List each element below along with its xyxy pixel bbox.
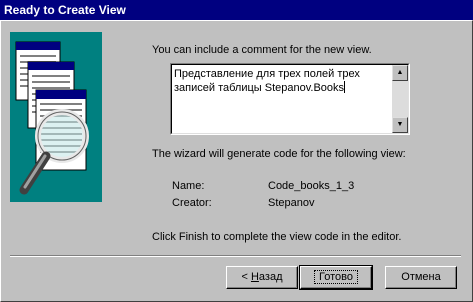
creator-value: Stepanov bbox=[268, 197, 315, 209]
window-title: Ready to Create View bbox=[4, 3, 126, 17]
comment-prompt: You can include a comment for the new vi… bbox=[152, 44, 372, 56]
name-value: Code_books_1_3 bbox=[268, 180, 355, 192]
creator-label: Creator: bbox=[172, 197, 212, 209]
arrow-up-icon[interactable]: ▲ bbox=[392, 65, 408, 81]
back-button[interactable]: < Назад bbox=[226, 266, 298, 289]
arrow-down-icon[interactable]: ▼ bbox=[392, 117, 408, 133]
wizard-message: The wizard will generate code for the fo… bbox=[152, 148, 406, 160]
name-label: Name: bbox=[172, 180, 205, 192]
documents-magnifier-illustration bbox=[10, 32, 102, 202]
title-bar: Ready to Create View bbox=[0, 0, 473, 20]
comment-scrollbar[interactable]: ▲ ▼ bbox=[392, 65, 408, 133]
separator bbox=[10, 255, 461, 257]
finish-button[interactable]: Готово bbox=[299, 265, 373, 290]
cancel-button[interactable]: Отмена bbox=[385, 266, 457, 289]
comment-textarea[interactable]: Представление для трех полей трех записе… bbox=[170, 63, 410, 135]
text-caret bbox=[344, 81, 346, 93]
finish-hint: Click Finish to complete the view code i… bbox=[152, 231, 402, 243]
comment-text: Представление для трех полей трех записе… bbox=[174, 68, 363, 94]
